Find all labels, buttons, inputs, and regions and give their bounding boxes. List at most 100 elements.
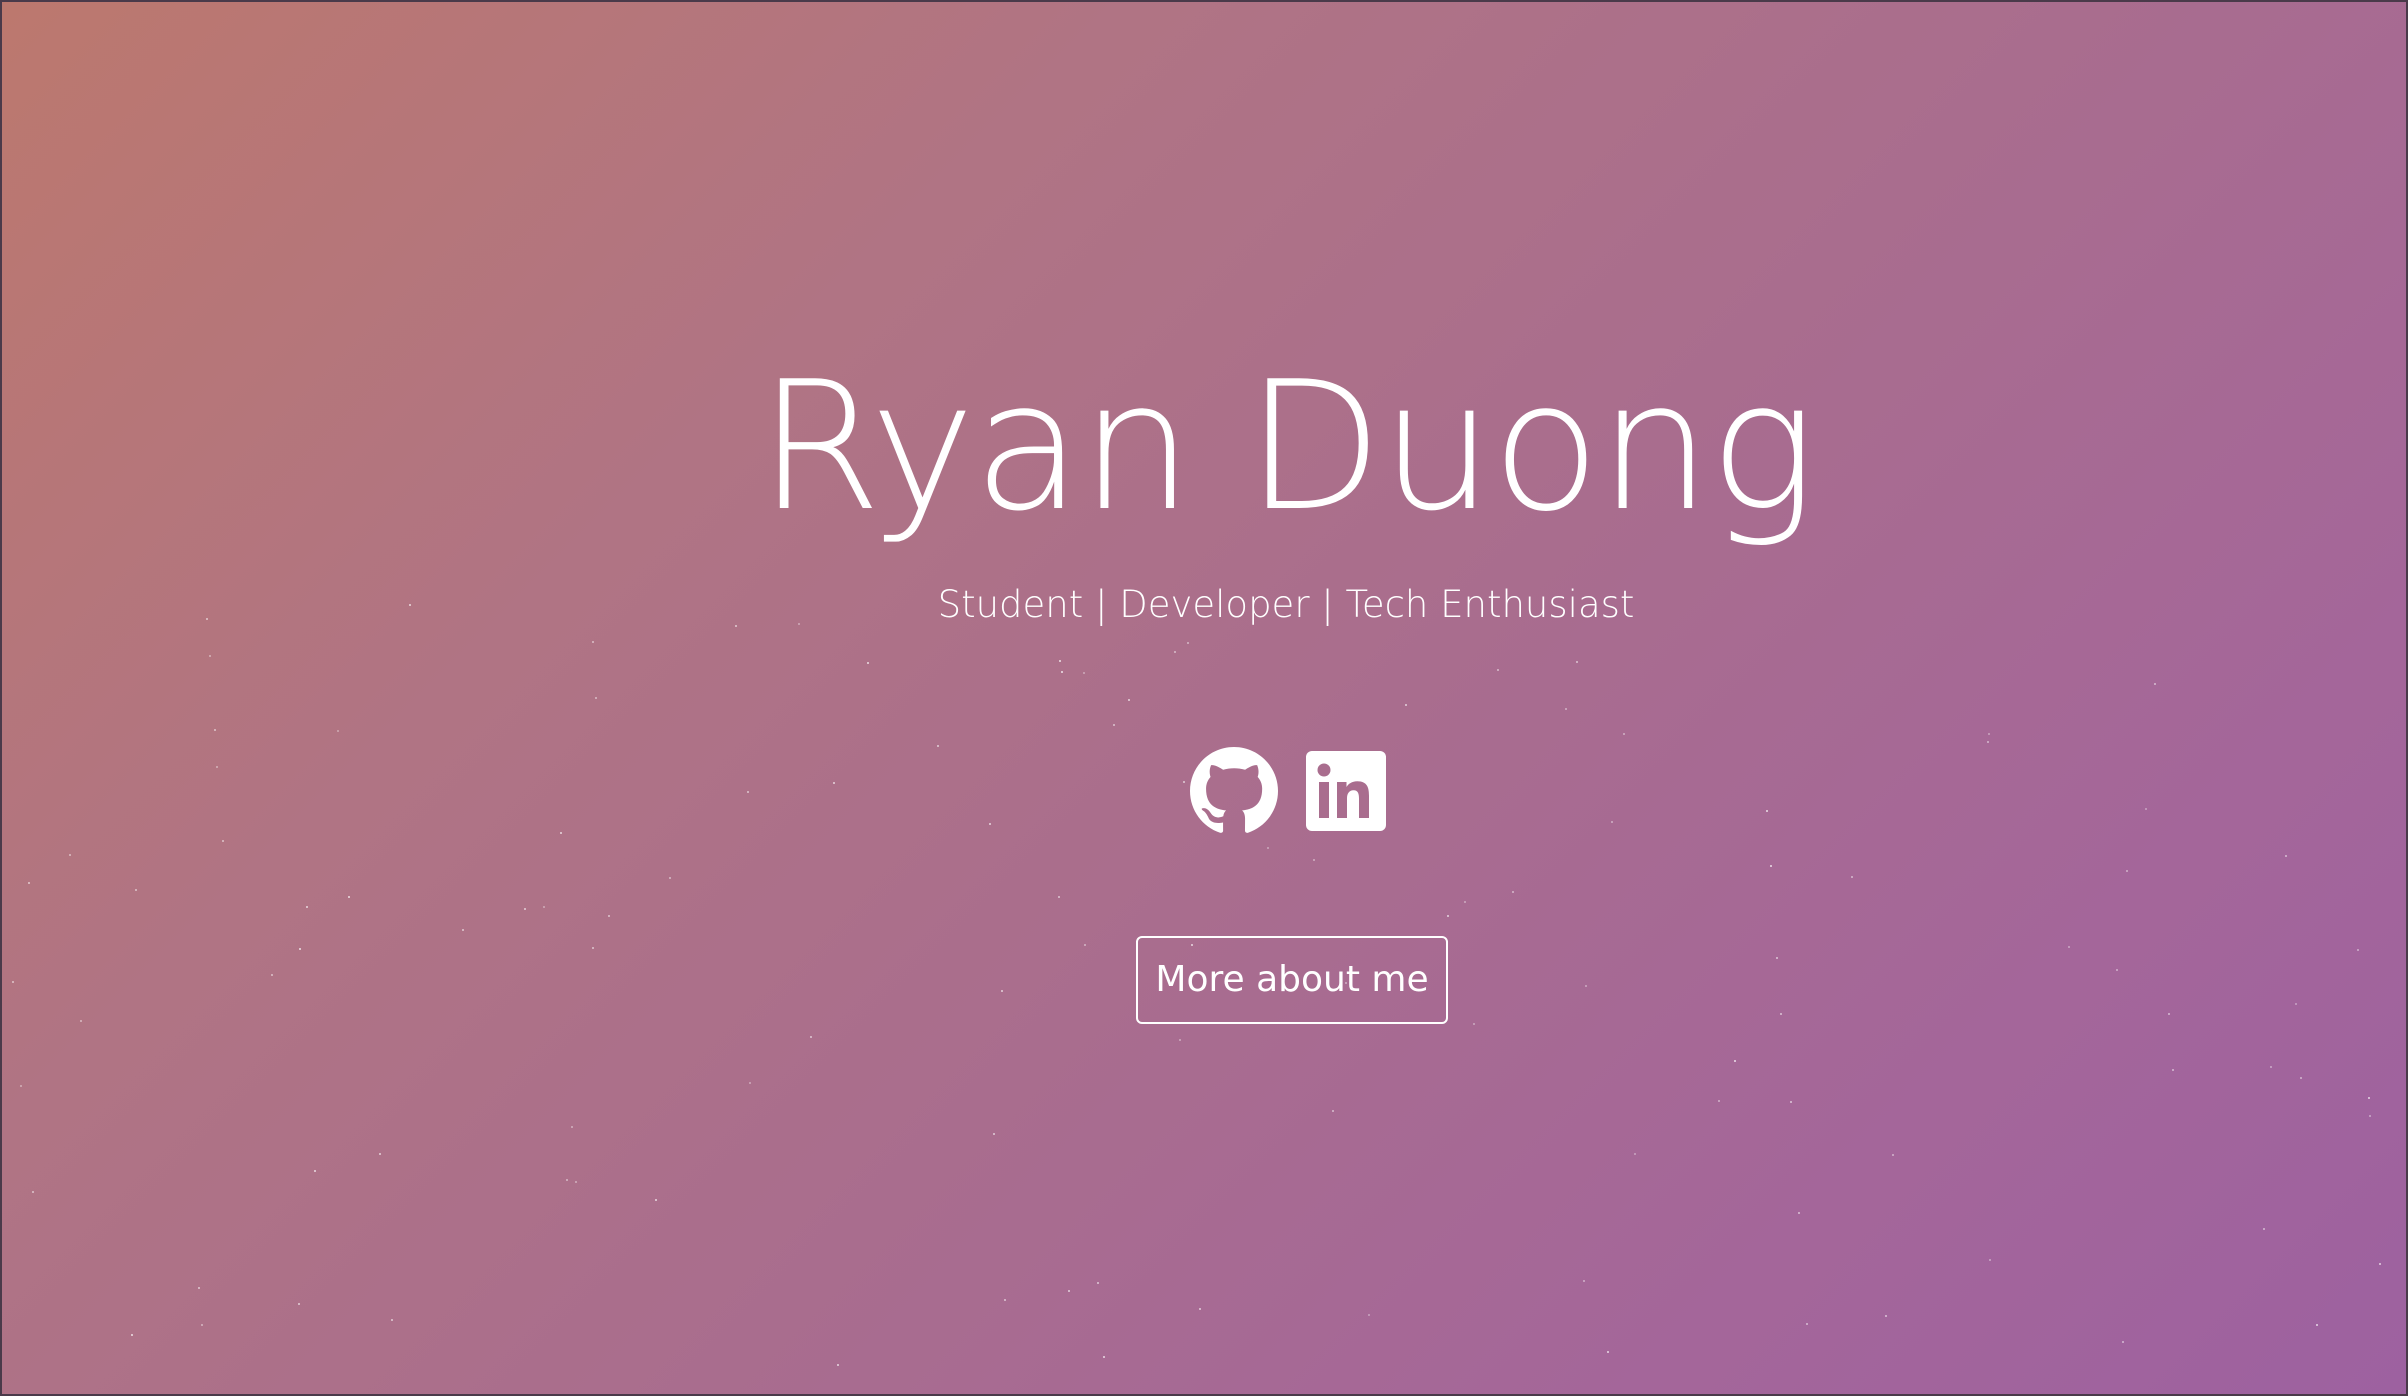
star-dot (209, 655, 211, 657)
star-dot (1851, 876, 1853, 878)
star-dot (1766, 810, 1768, 812)
star-dot (1634, 1153, 1636, 1155)
star-dot (2295, 1003, 2297, 1005)
star-dot (379, 1153, 381, 1155)
star-dot (1734, 1060, 1736, 1062)
star-field (2, 2, 2406, 1394)
star-dot (271, 974, 273, 976)
star-dot (1798, 1212, 1800, 1214)
star-dot (2122, 1341, 2124, 1343)
star-dot (32, 1191, 34, 1193)
star-dot (566, 1179, 568, 1181)
star-dot (1004, 1299, 1006, 1301)
star-dot (1770, 865, 1772, 867)
star-dot (524, 908, 526, 910)
star-dot (298, 1303, 300, 1305)
star-dot (28, 882, 30, 884)
star-dot (216, 766, 218, 768)
star-dot (1128, 699, 1130, 701)
linkedin-link[interactable] (1304, 747, 1392, 835)
star-dot (2316, 1324, 2318, 1326)
star-dot (69, 854, 71, 856)
star-dot (337, 730, 339, 732)
star-dot (747, 791, 749, 793)
star-dot (131, 1334, 133, 1336)
star-dot (2357, 949, 2359, 951)
star-dot (1059, 660, 1061, 662)
star-dot (1497, 669, 1499, 671)
star-dot (543, 906, 545, 908)
star-dot (2263, 1228, 2265, 1230)
star-dot (12, 981, 14, 983)
more-about-me-button[interactable]: More about me (1136, 936, 1448, 1024)
star-dot (2116, 969, 2118, 971)
star-dot (2368, 1097, 2370, 1099)
star-dot (1368, 1314, 1370, 1316)
star-dot (1512, 891, 1514, 893)
star-dot (1179, 1039, 1181, 1041)
star-dot (1332, 1110, 1334, 1112)
linkedin-icon (1306, 751, 1386, 831)
star-dot (1187, 642, 1189, 644)
star-dot (1464, 901, 1466, 903)
star-dot (749, 1082, 751, 1084)
hero-section: Ryan Duong Student | Developer | Tech En… (0, 0, 2408, 1396)
star-dot (993, 1133, 995, 1135)
star-dot (560, 832, 562, 834)
star-dot (989, 823, 991, 825)
star-dot (2126, 870, 2128, 872)
star-dot (1611, 821, 1613, 823)
star-dot (595, 697, 597, 699)
star-dot (1447, 915, 1449, 917)
star-dot (1718, 1100, 1720, 1102)
star-dot (1988, 733, 1990, 735)
star-dot (462, 929, 464, 931)
star-dot (2145, 808, 2147, 810)
github-icon (1190, 747, 1278, 833)
star-dot (222, 840, 224, 842)
github-link[interactable] (1190, 747, 1278, 835)
star-dot (135, 889, 137, 891)
star-dot (1776, 957, 1778, 959)
star-dot (1083, 672, 1085, 674)
star-dot (299, 948, 301, 950)
star-dot (20, 1085, 22, 1087)
star-dot (1068, 1290, 1070, 1292)
star-dot (1183, 781, 1185, 783)
star-dot (1806, 1323, 1808, 1325)
star-dot (837, 1364, 839, 1366)
star-dot (1084, 944, 1086, 946)
star-dot (80, 1020, 82, 1022)
star-dot (810, 1036, 812, 1038)
star-dot (1576, 661, 1578, 663)
star-dot (2369, 1115, 2371, 1117)
star-dot (1113, 724, 1115, 726)
star-dot (2168, 1013, 2170, 1015)
star-dot (1267, 847, 1269, 849)
star-dot (214, 729, 216, 731)
star-dot (1313, 859, 1315, 861)
star-dot (391, 1319, 393, 1321)
star-dot (1790, 1101, 1792, 1103)
star-dot (1174, 651, 1176, 653)
star-dot (1058, 896, 1060, 898)
star-dot (306, 906, 308, 908)
star-dot (1607, 1351, 1609, 1353)
social-links (1190, 747, 1392, 835)
star-dot (1097, 1282, 1099, 1284)
star-dot (198, 1287, 200, 1289)
page-title: Ryan Duong (757, 343, 1816, 550)
star-dot (1892, 1154, 1894, 1156)
star-dot (348, 896, 350, 898)
star-dot (1623, 733, 1625, 735)
star-dot (1885, 1315, 1887, 1317)
star-dot (608, 915, 610, 917)
star-dot (2379, 1263, 2381, 1265)
star-dot (201, 1324, 203, 1326)
star-dot (2285, 855, 2287, 857)
star-dot (1061, 671, 1063, 673)
star-dot (655, 1199, 657, 1201)
tagline: Student | Developer | Tech Enthusiast (937, 583, 1635, 626)
star-dot (833, 782, 835, 784)
star-dot (571, 1126, 573, 1128)
